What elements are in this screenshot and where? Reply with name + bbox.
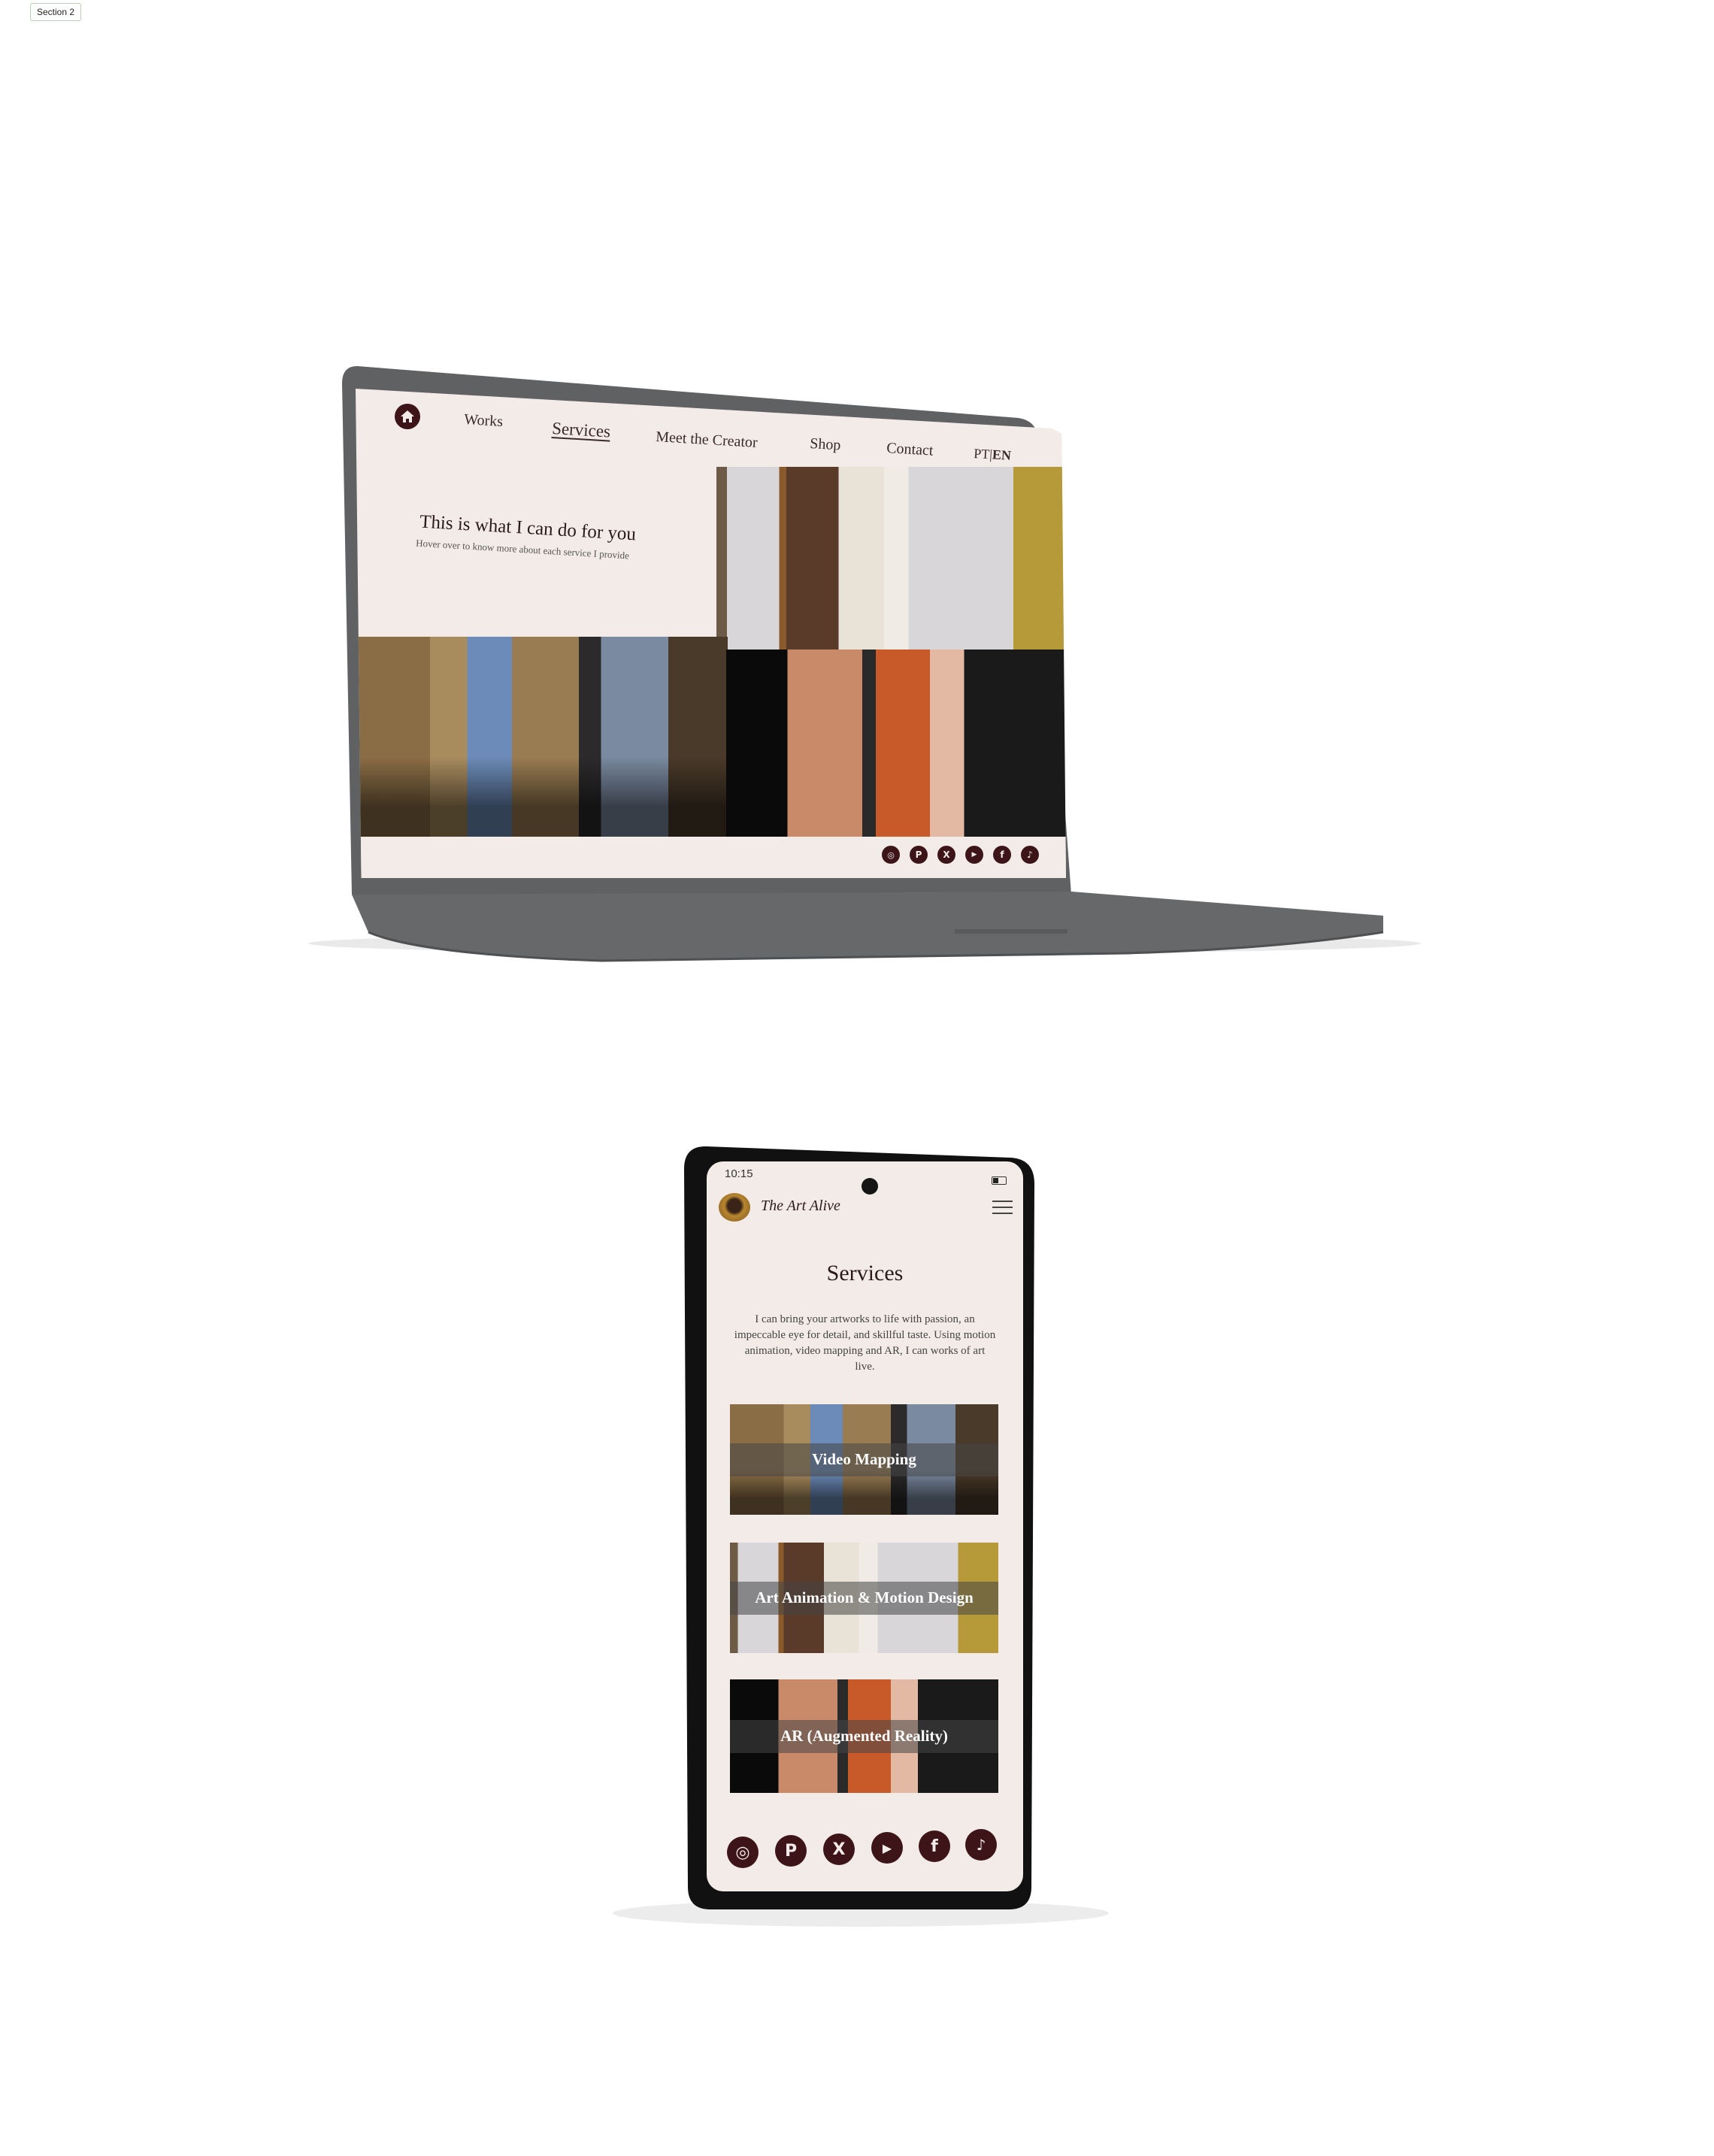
page-title: Services xyxy=(826,1261,904,1285)
pinterest-icon[interactable]: P xyxy=(775,1835,807,1867)
instagram-icon[interactable]: ◎ xyxy=(727,1837,759,1868)
tiktok-icon[interactable]: ♪ xyxy=(965,1829,997,1861)
brand-name[interactable]: The Art Alive xyxy=(761,1198,840,1215)
facebook-icon[interactable]: f xyxy=(919,1830,950,1862)
service-card-video-mapping[interactable]: Video Mapping xyxy=(730,1404,998,1515)
menu-icon[interactable] xyxy=(992,1201,1013,1219)
service-card-label: Video Mapping xyxy=(730,1443,998,1476)
service-card-label: AR (Augmented Reality) xyxy=(730,1719,998,1753)
camera-icon xyxy=(862,1178,878,1195)
service-card-art-animation[interactable]: Art Animation & Motion Design xyxy=(730,1543,998,1653)
youtube-icon[interactable]: ▶ xyxy=(871,1832,903,1864)
status-time: 10:15 xyxy=(725,1167,753,1180)
x-icon[interactable]: X xyxy=(823,1834,855,1865)
service-card-ar[interactable]: AR (Augmented Reality) xyxy=(730,1679,998,1793)
services-description: I can bring your artworks to life with p… xyxy=(734,1313,996,1373)
battery-icon xyxy=(992,1176,1007,1185)
avatar[interactable] xyxy=(719,1193,750,1222)
phone-screen: 10:15 The Art Alive Services I can bring… xyxy=(707,1161,1023,1891)
service-card-label: Art Animation & Motion Design xyxy=(730,1581,998,1615)
